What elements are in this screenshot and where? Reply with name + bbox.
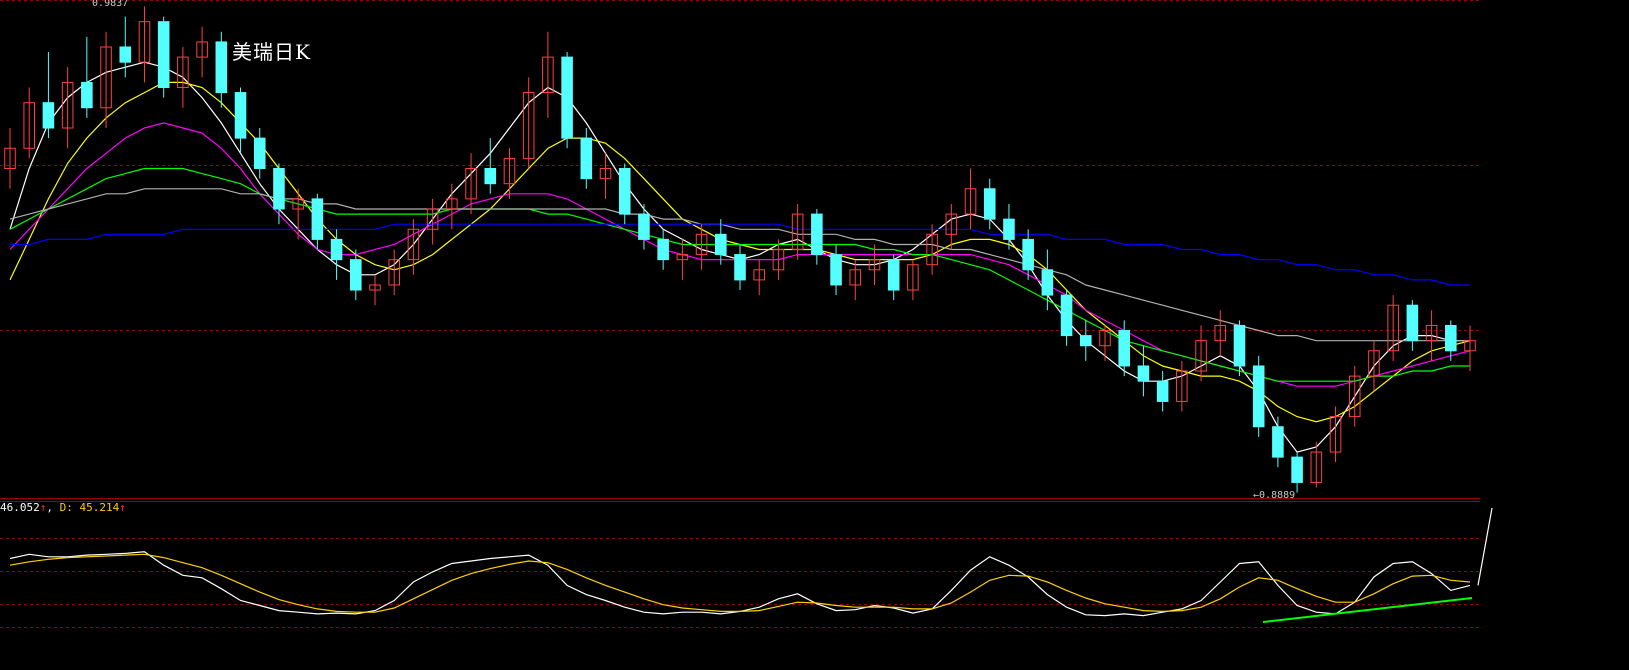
down-candle (580, 137, 593, 180)
down-candle (1233, 324, 1246, 367)
down-candle (1291, 456, 1303, 483)
down-candle (42, 102, 55, 129)
down-candle (157, 21, 170, 88)
down-candle (1252, 365, 1265, 428)
down-candle (1272, 426, 1284, 458)
down-candle (273, 168, 285, 210)
candlestick-series (4, 6, 1476, 493)
kdj-k-value: 46.052 (0, 501, 40, 514)
kdj-k-arrow: ↑ (39, 501, 47, 514)
down-candle (1022, 238, 1034, 271)
down-candle (1041, 269, 1054, 296)
down-candle (561, 56, 573, 139)
down-candle (811, 213, 823, 256)
down-candle (1156, 380, 1169, 402)
down-candle (330, 238, 343, 261)
chart-title: 美瑞日K (232, 40, 311, 64)
down-candle (638, 213, 650, 240)
down-candle (715, 233, 727, 256)
down-candle (119, 46, 132, 63)
down-candle (1118, 330, 1130, 367)
down-candle (215, 41, 228, 94)
down-candle (734, 254, 746, 281)
down-candle (350, 259, 362, 291)
down-candle (1445, 324, 1457, 352)
high-price-label: ‾0.9837 (86, 0, 129, 9)
kdj-k-line (9, 551, 1471, 617)
down-candle (887, 259, 900, 291)
down-candle (618, 168, 631, 215)
high-price-value: 0.9837 (92, 0, 129, 9)
stock-chart (0, 0, 1493, 628)
down-candle (253, 137, 266, 170)
low-price-label: ←0.8889 (1253, 490, 1296, 501)
down-candle (983, 188, 996, 220)
low-price-value: 0.8889 (1259, 490, 1296, 501)
down-candle (1060, 294, 1073, 337)
down-candle (1003, 218, 1015, 240)
down-candle (311, 198, 324, 240)
kdj-readout: 46.052↑, D: 45.214↑ (0, 501, 126, 514)
down-candle (234, 92, 247, 139)
down-candle (1406, 304, 1419, 342)
kdj-d-value: D: 45.214 (59, 501, 120, 514)
down-candle (657, 238, 669, 261)
down-candle (1137, 365, 1150, 382)
kdj-k-tail (1477, 507, 1493, 586)
divergence-trend-line (1262, 597, 1473, 623)
grid-lines (0, 0, 1480, 628)
down-candle (484, 168, 497, 185)
down-candle (830, 254, 842, 286)
down-candle (81, 81, 93, 109)
kdj-d-arrow: ↑ (119, 501, 126, 514)
down-candle (1080, 335, 1092, 347)
